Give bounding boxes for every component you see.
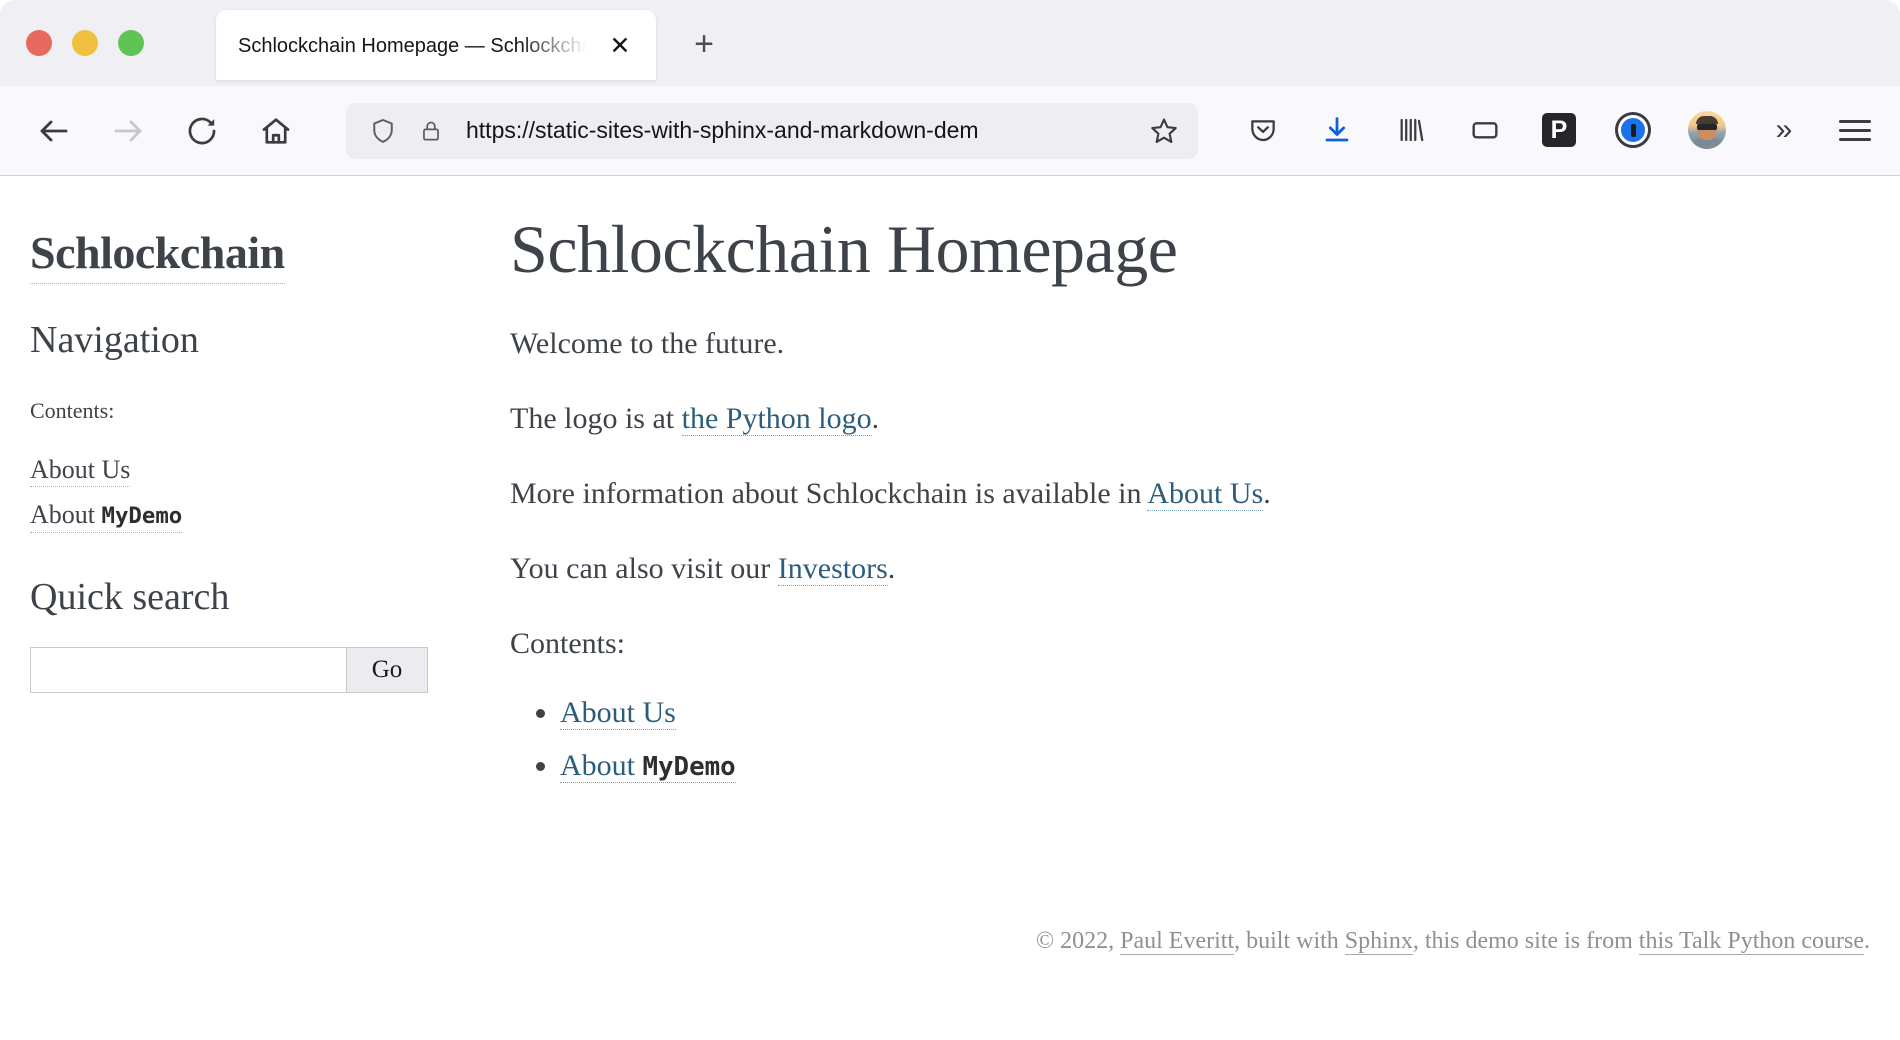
maximize-window-button[interactable] [118, 30, 144, 56]
sidebar-contents-label: Contents: [30, 398, 115, 424]
onepassword-ring [1615, 112, 1651, 148]
url-text: https://static-sites-with-sphinx-and-mar… [466, 117, 979, 143]
page-content: Schlockchain Navigation Contents: About … [0, 176, 1900, 1040]
onepassword-inner [1621, 118, 1645, 142]
pinboard-badge-label: P [1542, 113, 1576, 147]
address-bar[interactable]: https://static-sites-with-sphinx-and-mar… [346, 102, 1198, 159]
avatar[interactable] [1680, 103, 1734, 157]
close-window-button[interactable] [26, 30, 52, 56]
downloads-icon[interactable] [1310, 103, 1364, 157]
footer-copyright: © 2022, [1035, 928, 1121, 954]
library-icon[interactable] [1384, 103, 1438, 157]
paragraph-text: Welcome to the future. [510, 327, 785, 361]
toolbar-right-group: P » [1236, 103, 1882, 157]
contents-item-label: About Us [560, 696, 676, 730]
list-item: About Us [560, 693, 1830, 734]
minimize-window-button[interactable] [72, 30, 98, 56]
paragraph-text: . [871, 402, 880, 436]
app-menu-icon[interactable] [1828, 103, 1882, 157]
contents-item-about-us[interactable]: About Us [560, 696, 676, 731]
close-tab-button[interactable]: ✕ [604, 30, 636, 62]
page-footer: © 2022, Paul Everitt, built with Sphinx,… [1036, 928, 1870, 955]
paragraph-welcome: Welcome to the future. [510, 324, 1830, 363]
new-tab-button[interactable]: + [682, 22, 726, 66]
site-brand-link[interactable]: Schlockchain [30, 227, 285, 284]
footer-link-sphinx[interactable]: Sphinx [1344, 928, 1413, 955]
contents-label: Contents: [510, 627, 626, 661]
sidebar-item-about-mydemo[interactable]: About MyDemo [30, 499, 183, 533]
link-about-us[interactable]: About Us [1147, 477, 1264, 512]
footer-link-author[interactable]: Paul Everitt [1120, 928, 1235, 955]
contents-item-label-mono: MyDemo [642, 751, 736, 782]
pocket-icon[interactable] [1236, 103, 1290, 157]
browser-window: Schlockchain Homepage — Schlockchain ✕ + [0, 0, 1900, 1040]
window-controls [26, 30, 144, 56]
sidebar-item-about-us[interactable]: About Us [30, 454, 131, 488]
shield-icon[interactable] [368, 116, 398, 146]
list-item: About MyDemo [560, 746, 1830, 787]
quick-search-heading: Quick search [30, 575, 230, 618]
sidebar-item-label: About [30, 500, 102, 530]
paragraph-text: More information about Schlockchain is a… [510, 477, 1148, 511]
search-form: Go [30, 646, 428, 693]
navigation-toolbar: https://static-sites-with-sphinx-and-mar… [0, 86, 1900, 176]
sidebar-item-label: About Us [30, 454, 131, 484]
overflow-chevrons-label: » [1775, 113, 1793, 146]
onepassword-bar [1630, 123, 1636, 137]
paragraph-text: You can also visit our [510, 552, 778, 586]
sidebar-navigation-heading: Navigation [30, 318, 199, 361]
star-icon[interactable] [1148, 115, 1180, 147]
reload-button[interactable] [174, 103, 230, 159]
tab-title: Schlockchain Homepage — Schlockchain [238, 35, 598, 57]
container-tab-icon[interactable] [1458, 103, 1512, 157]
forward-button[interactable] [100, 103, 156, 159]
hamburger-lines [1839, 119, 1871, 141]
lock-icon[interactable] [418, 118, 444, 144]
paragraph-logo: The logo is at the Python logo. [510, 399, 1830, 438]
contents-item-label: About [560, 748, 643, 782]
paragraph-more-info: More information about Schlockchain is a… [510, 474, 1830, 513]
footer-text: , this demo site is from [1412, 928, 1639, 954]
contents-item-about-mydemo[interactable]: About MyDemo [560, 748, 736, 783]
paragraph-text: . [887, 552, 896, 586]
list-item: About MyDemo [30, 499, 450, 533]
footer-link-course[interactable]: this Talk Python course [1638, 928, 1864, 955]
paragraph-text: . [1263, 477, 1271, 511]
paragraph-text: The logo is at [510, 402, 682, 436]
tab-strip: Schlockchain Homepage — Schlockchain ✕ + [0, 0, 1900, 86]
contents-list: About Us About MyDemo [560, 693, 1830, 786]
avatar-sunglasses [1697, 124, 1717, 130]
link-python-logo[interactable]: the Python logo [681, 402, 872, 437]
pinboard-extension-icon[interactable]: P [1532, 103, 1586, 157]
main-content: Schlockchain Homepage Welcome to the fut… [510, 210, 1830, 798]
paragraph-investors: You can also visit our Investors. [510, 549, 1830, 588]
sidebar-item-label-mono: MyDemo [101, 503, 183, 530]
footer-text: , built with [1234, 928, 1345, 954]
sidebar-link-list: About Us About MyDemo [30, 454, 450, 533]
list-item: About Us [30, 454, 450, 488]
footer-text: . [1864, 928, 1870, 954]
avatar-image [1688, 111, 1726, 149]
browser-tab[interactable]: Schlockchain Homepage — Schlockchain ✕ [216, 10, 656, 80]
back-button[interactable] [26, 103, 82, 159]
page-title: Schlockchain Homepage [510, 211, 1178, 287]
search-input[interactable] [30, 646, 346, 693]
onepassword-icon[interactable] [1606, 103, 1660, 157]
search-go-button[interactable]: Go [346, 646, 428, 693]
home-button[interactable] [248, 103, 304, 159]
sidebar: Schlockchain Navigation Contents: About … [30, 227, 450, 693]
overflow-chevrons-icon[interactable]: » [1754, 103, 1808, 157]
link-investors[interactable]: Investors [777, 552, 888, 587]
avatar-hair [1696, 116, 1718, 124]
